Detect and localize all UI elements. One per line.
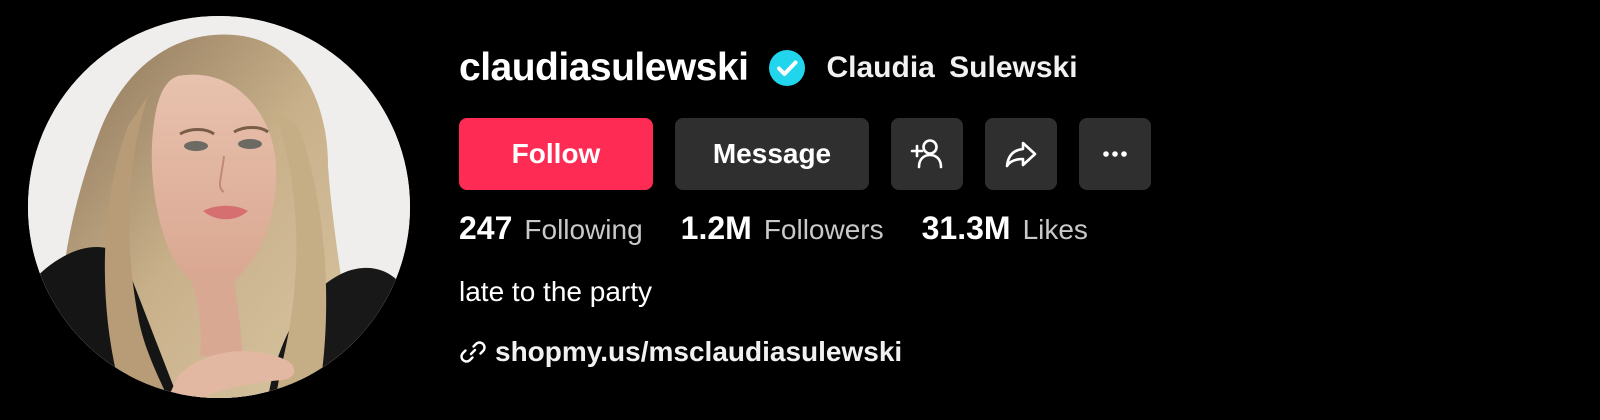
action-buttons: Follow Message <box>459 118 1151 190</box>
display-name: Claudia Sulewski <box>826 51 1078 84</box>
link-text[interactable]: shopmy.us/msclaudiasulewski <box>495 336 902 368</box>
stat-label: Following <box>524 214 643 245</box>
more-icon <box>1103 151 1127 157</box>
verified-badge-icon <box>768 49 806 87</box>
profile-link[interactable]: shopmy.us/msclaudiasulewski <box>459 336 902 368</box>
profile-photo <box>28 16 410 398</box>
follow-button[interactable]: Follow <box>459 118 653 190</box>
avatar[interactable] <box>28 16 410 398</box>
message-button[interactable]: Message <box>675 118 869 190</box>
add-friend-button[interactable] <box>891 118 963 190</box>
stat-value: 247 <box>459 210 513 246</box>
username: claudiasulewski <box>459 46 749 89</box>
stats-row: 247 Following 1.2M Followers 31.3M Likes <box>459 210 1126 247</box>
share-icon <box>1005 141 1037 168</box>
stat-followers[interactable]: 1.2M Followers <box>681 210 884 247</box>
title-row: claudiasulewski Claudia Sulewski <box>459 42 1078 94</box>
add-user-icon <box>910 139 943 169</box>
stat-following[interactable]: 247 Following <box>459 210 643 247</box>
stat-value: 1.2M <box>680 210 752 246</box>
stat-label: Followers <box>763 214 884 245</box>
stat-value: 31.3M <box>921 210 1011 246</box>
more-button[interactable] <box>1079 118 1151 190</box>
link-icon <box>460 341 486 363</box>
stat-label: Likes <box>1022 214 1088 245</box>
share-button[interactable] <box>985 118 1057 190</box>
stat-likes: 31.3M Likes <box>922 210 1088 247</box>
bio-text: late to the party <box>459 276 653 307</box>
